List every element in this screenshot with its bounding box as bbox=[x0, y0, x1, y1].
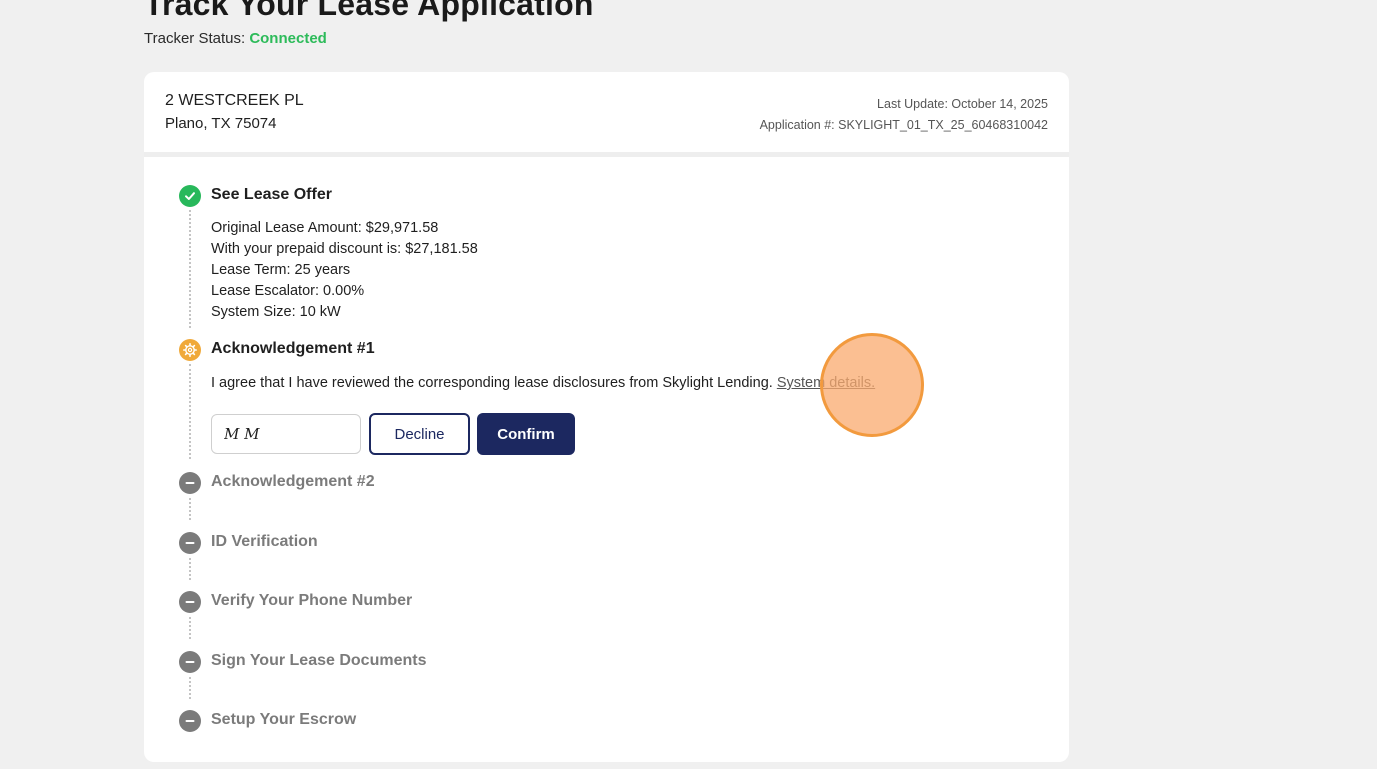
check-icon bbox=[179, 185, 201, 207]
minus-icon bbox=[179, 591, 201, 613]
system-size: System Size: 10 kW bbox=[211, 304, 341, 320]
initials-input[interactable] bbox=[211, 414, 361, 454]
step-title: See Lease Offer bbox=[211, 186, 332, 203]
step-connector bbox=[189, 364, 191, 459]
step-connector bbox=[189, 210, 191, 328]
minus-icon bbox=[179, 472, 201, 494]
tracker-status-label: Tracker Status: bbox=[144, 30, 246, 47]
application-card: 2 WESTCREEK PL Plano, TX 75074 Last Upda… bbox=[144, 72, 1069, 762]
decline-button[interactable]: Decline bbox=[369, 413, 470, 455]
step-title: Acknowledgement #1 bbox=[211, 340, 375, 357]
step-connector bbox=[189, 677, 191, 699]
step-title: Setup Your Escrow bbox=[211, 711, 357, 728]
minus-icon bbox=[179, 651, 201, 673]
lease-term: Lease Term: 25 years bbox=[211, 262, 351, 278]
original-lease-amount: Original Lease Amount: $29,971.58 bbox=[211, 220, 439, 236]
step-connector bbox=[189, 498, 191, 520]
application-number: Application #: SKYLIGHT_01_TX_25_6046831… bbox=[759, 118, 1048, 132]
step-connector bbox=[189, 558, 191, 580]
tracker-status-value: Connected bbox=[249, 30, 327, 47]
page-title: Track Your Lease Application bbox=[144, 0, 594, 22]
confirm-button[interactable]: Confirm bbox=[477, 413, 575, 455]
tracker-status: Tracker Status: Connected bbox=[144, 30, 327, 47]
step-title: Acknowledgement #2 bbox=[211, 473, 375, 490]
acknowledgement-text: I agree that I have reviewed the corresp… bbox=[211, 375, 875, 391]
card-header: 2 WESTCREEK PL Plano, TX 75074 Last Upda… bbox=[144, 72, 1069, 157]
step-title: Sign Your Lease Documents bbox=[211, 652, 427, 669]
lease-escalator: Lease Escalator: 0.00% bbox=[211, 283, 365, 299]
acknowledgement-statement: I agree that I have reviewed the corresp… bbox=[211, 375, 773, 391]
last-update: Last Update: October 14, 2025 bbox=[877, 97, 1048, 111]
minus-icon bbox=[179, 532, 201, 554]
address-city: Plano, TX 75074 bbox=[165, 115, 277, 132]
step-connector bbox=[189, 617, 191, 639]
step-title: ID Verification bbox=[211, 533, 318, 550]
system-details-link[interactable]: System details. bbox=[777, 375, 875, 391]
lease-offer-details: Original Lease Amount: $29,971.58 With y… bbox=[211, 218, 478, 323]
prepaid-discount: With your prepaid discount is: $27,181.5… bbox=[211, 241, 478, 257]
minus-icon bbox=[179, 710, 201, 732]
step-title: Verify Your Phone Number bbox=[211, 592, 413, 609]
address-street: 2 WESTCREEK PL bbox=[165, 92, 304, 109]
gear-icon bbox=[179, 339, 201, 361]
